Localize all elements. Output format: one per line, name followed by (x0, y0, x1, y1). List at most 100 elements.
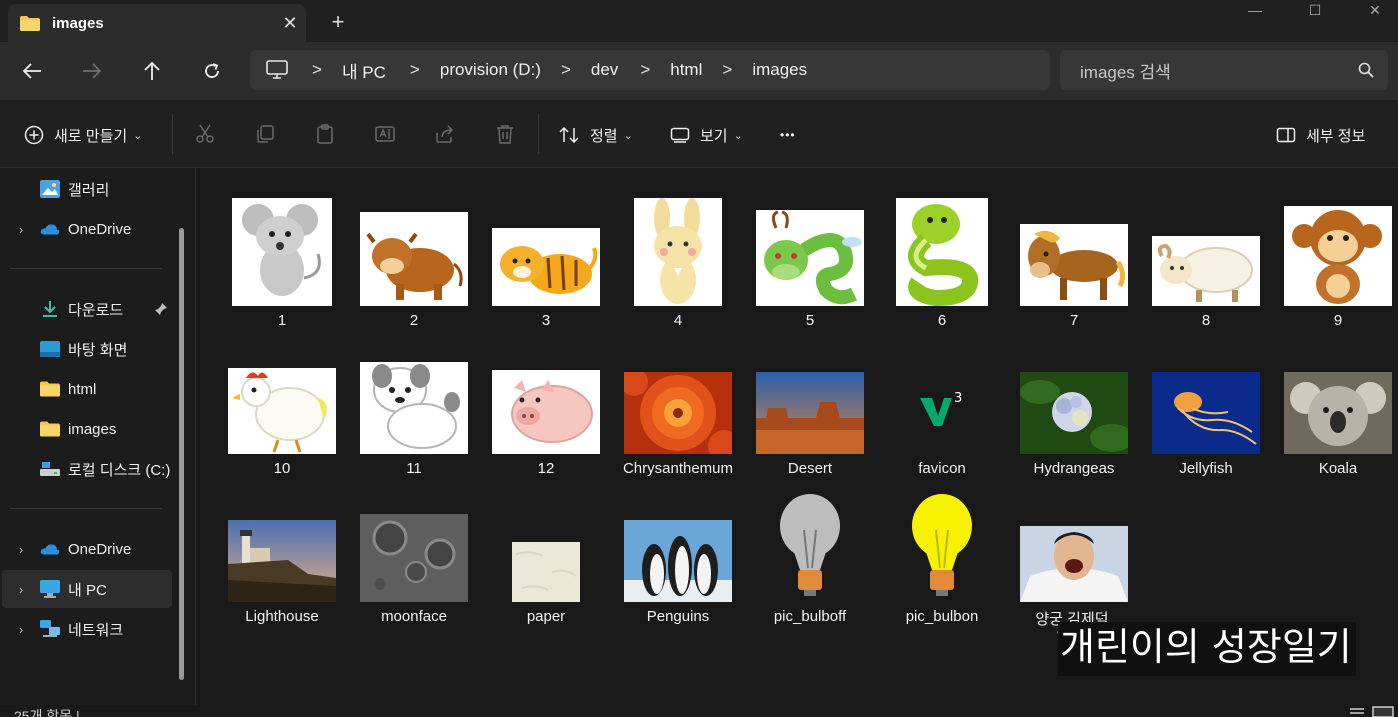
breadcrumb-images[interactable]: images (752, 60, 807, 80)
search-box[interactable]: images 검색 (1060, 50, 1388, 90)
sidebar-item-network[interactable]: › 네트워크 (2, 610, 172, 648)
file-item[interactable]: 8 (1146, 178, 1266, 329)
file-item[interactable]: 11 (354, 326, 474, 477)
sidebar-item-downloads[interactable]: 다운로드 (2, 290, 172, 328)
view-button[interactable]: 보기 ⌄ (670, 122, 743, 148)
file-item[interactable]: 2 (354, 178, 474, 329)
file-item[interactable]: 6 (882, 178, 1002, 329)
koala-thumbnail (1284, 372, 1392, 454)
file-item[interactable]: 3 favicon (882, 326, 1002, 477)
new-tab-button[interactable]: + (322, 8, 354, 36)
cut-icon[interactable] (194, 123, 216, 145)
file-item[interactable]: 3 (486, 178, 606, 329)
details-label: 세부 정보 (1306, 127, 1366, 145)
thumbnail-view-icon[interactable] (1372, 706, 1394, 717)
sidebar-scrollbar[interactable] (179, 228, 184, 680)
file-item[interactable]: 5 (750, 178, 870, 329)
tab-images[interactable]: images ✕ (8, 4, 306, 42)
view-label: 보기 (700, 127, 728, 145)
w3-logo-thumbnail: 3 (920, 391, 962, 426)
minimize-button[interactable]: — (1232, 0, 1278, 20)
sidebar-item-label: 네트워크 (68, 621, 124, 639)
horse-thumbnail (1020, 224, 1128, 306)
file-item[interactable]: Hydrangeas (1014, 326, 1134, 477)
details-pane-button[interactable]: 세부 정보 (1276, 122, 1365, 148)
breadcrumb-dev[interactable]: dev (591, 60, 618, 80)
file-item[interactable]: 9 (1278, 178, 1398, 329)
sidebar-item-html[interactable]: html (2, 370, 172, 408)
rabbit-thumbnail (634, 198, 722, 306)
delete-icon[interactable] (494, 123, 516, 145)
file-item[interactable]: 10 (222, 326, 342, 477)
rename-icon[interactable] (374, 123, 396, 145)
more-options-button[interactable]: ••• (780, 122, 796, 148)
chevron-right-icon[interactable]: › (2, 542, 40, 557)
forward-button[interactable] (74, 56, 110, 86)
pc-icon (40, 580, 60, 598)
tab-close-button[interactable]: ✕ (274, 13, 306, 34)
search-icon (1358, 62, 1374, 78)
address-bar[interactable]: > 내 PC > provision (D:) > dev > html > i… (250, 50, 1050, 90)
chevron-right-icon[interactable]: › (2, 222, 40, 237)
refresh-button[interactable] (194, 56, 230, 86)
toolbar-divider (538, 114, 539, 154)
chevron-right-icon[interactable]: › (2, 622, 40, 637)
file-item[interactable]: 4 (618, 178, 738, 329)
file-item[interactable]: 12 (486, 326, 606, 477)
sidebar-item-label: 바탕 화면 (68, 341, 128, 359)
chevron-right-icon[interactable]: › (2, 582, 40, 597)
file-item[interactable]: Penguins (618, 474, 738, 625)
share-icon[interactable] (434, 123, 456, 145)
pin-icon[interactable] (154, 302, 168, 316)
paste-icon[interactable] (314, 123, 336, 145)
file-item[interactable]: 양궁 김제덕. webp (1014, 474, 1134, 642)
up-button[interactable] (134, 56, 170, 86)
back-button[interactable] (14, 56, 50, 86)
close-window-button[interactable]: ✕ (1352, 0, 1398, 20)
file-name: Penguins (646, 608, 710, 625)
tab-title: images (52, 14, 104, 32)
file-item[interactable]: Koala (1278, 326, 1398, 477)
sort-button[interactable]: 정렬 ⌄ (558, 122, 633, 148)
details-view-icon[interactable] (1348, 707, 1366, 717)
download-icon (43, 301, 57, 317)
breadcrumb-my-pc[interactable]: 내 PC (342, 58, 386, 83)
chevron-down-icon: ⌄ (623, 129, 633, 142)
bulb-on-thumbnail (910, 490, 974, 602)
copy-icon[interactable] (254, 123, 276, 145)
command-bar: 새로 만들기 ⌄ 정렬 ⌄ 보기 ⌄ ••• 세부 정보 (0, 100, 1398, 168)
sidebar-item-gallery[interactable]: 갤러리 (2, 170, 172, 208)
sidebar-item-label: OneDrive (68, 540, 132, 558)
moon-craters-thumbnail (360, 514, 468, 602)
file-item[interactable]: paper (486, 474, 606, 625)
file-item[interactable]: Desert (750, 326, 870, 477)
file-item[interactable]: pic_bulbon (882, 474, 1002, 625)
monkey-thumbnail (1284, 206, 1392, 306)
file-item[interactable]: Chrysanthemum (618, 326, 738, 477)
file-item[interactable]: pic_bulboff (750, 474, 870, 625)
sidebar-item-my-pc[interactable]: › 내 PC (2, 570, 172, 608)
file-item[interactable]: 1 (222, 178, 342, 329)
chrysanthemum-thumbnail (624, 372, 732, 454)
file-item[interactable]: moonface (354, 474, 474, 625)
maximize-button[interactable]: ☐ (1292, 0, 1338, 20)
sidebar-item-onedrive[interactable]: › OneDrive (2, 210, 172, 248)
file-item[interactable]: Lighthouse (222, 474, 342, 625)
desert-thumbnail (756, 372, 864, 454)
new-button[interactable]: 새로 만들기 ⌄ (24, 122, 142, 148)
paper-thumbnail (512, 542, 580, 602)
file-item[interactable]: 7 (1014, 178, 1134, 329)
sidebar-item-desktop[interactable]: 바탕 화면 (2, 330, 172, 368)
sidebar-item-label: 내 PC (68, 581, 107, 599)
search-input[interactable]: images 검색 (1080, 58, 1358, 83)
sidebar-item-images[interactable]: images (2, 410, 172, 448)
file-item[interactable]: Jellyfish (1146, 326, 1266, 477)
sidebar-item-onedrive-2[interactable]: › OneDrive (2, 530, 172, 568)
sidebar-item-local-disk[interactable]: 로컬 디스크 (C:) (2, 450, 172, 488)
chevron-down-icon: ⌄ (733, 129, 743, 142)
item-count: 25개 항목 | (14, 708, 80, 717)
monitor-icon (266, 60, 288, 79)
breadcrumb-html[interactable]: html (670, 60, 702, 80)
breadcrumb-drive[interactable]: provision (D:) (440, 60, 541, 80)
title-bar: images ✕ + — ☐ ✕ (0, 0, 1398, 42)
